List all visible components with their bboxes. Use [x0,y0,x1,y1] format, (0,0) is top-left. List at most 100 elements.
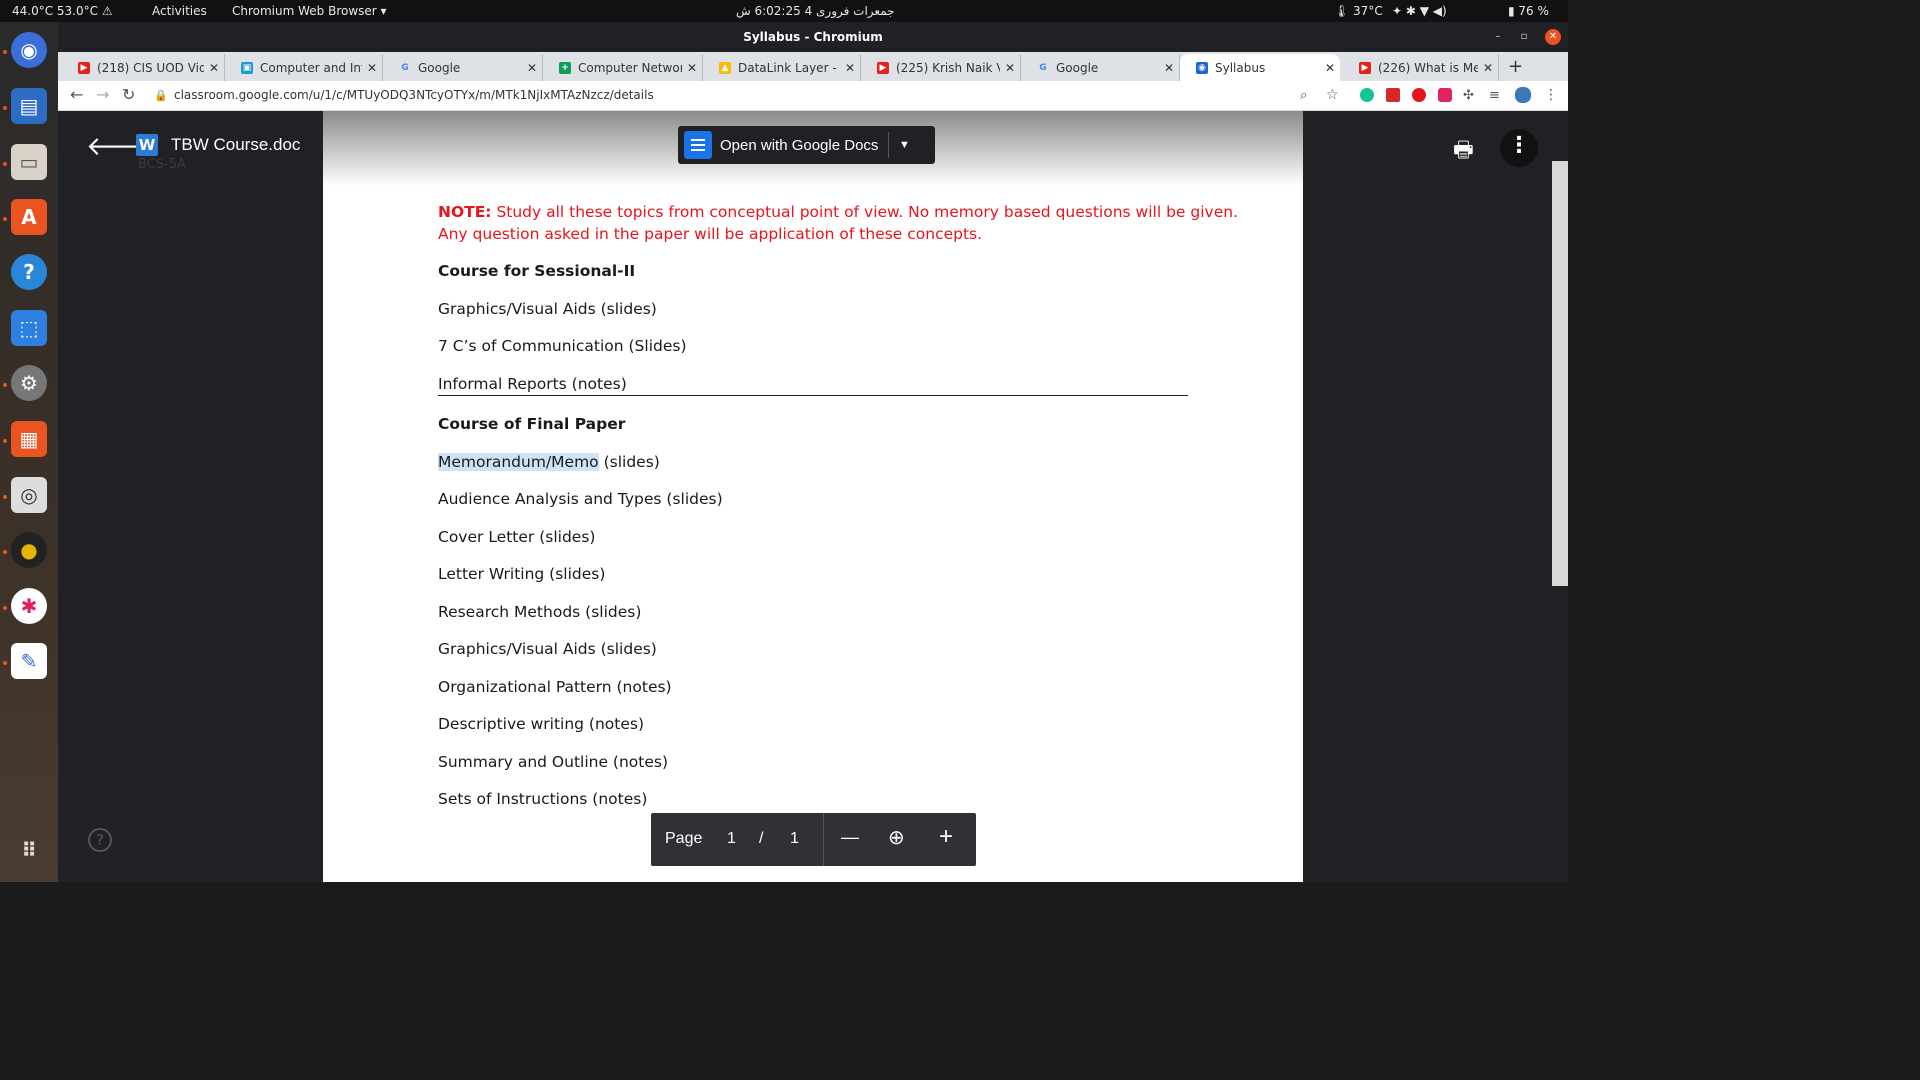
zoom-in-icon[interactable]: + [939,823,953,851]
minimize-icon[interactable]: – [1490,29,1506,45]
software-store-icon[interactable]: A [11,199,47,235]
list-item: Sets of Instructions (notes) [438,790,648,808]
page-label: Page [665,830,703,847]
document-viewer-icon[interactable]: ◎ [11,477,47,513]
tab-strip: ▶(218) CIS UOD Video✕ ▣Computer and Info… [58,52,1568,81]
tab[interactable]: G Google ✕ [1021,54,1180,81]
file-viewer: NOTE: Study all these topics from concep… [58,111,1568,882]
forward-icon[interactable]: → [96,85,109,104]
list-item: Graphics/Visual Aids (slides) [438,640,657,658]
files-icon[interactable]: ▭ [11,144,47,180]
scrollbar-thumb[interactable] [1552,161,1568,586]
tray-icons[interactable]: ✦ ✱ ▼ ◀) [1392,4,1447,18]
rhythmbox-icon[interactable]: ● [11,532,47,568]
activities-button[interactable]: Activities [152,4,207,18]
clock[interactable]: جمعرات فروری 4 6:02:25 ش [736,4,895,18]
show-apps-icon[interactable]: ⠿ [11,832,47,868]
open-with-google-docs-button[interactable]: Open with Google Docs ▼ [678,126,935,164]
tab-close-icon[interactable]: ✕ [522,61,542,75]
list-item: 7 C’s of Communication (Slides) [438,337,687,355]
page-separator: / [759,830,764,847]
tab[interactable]: ▶(218) CIS UOD Video✕ [62,54,225,81]
tab[interactable]: ▲DataLink Layer - Go✕ [703,54,861,81]
drive-icon: ▲ [719,61,731,74]
dock: ◉ ▤ ▭ A ? ⬚ ⚙ ▦ ◎ ● ✱ ✎ ⠿ [0,22,58,882]
tab-close-icon[interactable]: ✕ [1320,61,1340,75]
tab[interactable]: ▣ Computer and Info ✕ [225,54,383,81]
tab-close-icon[interactable]: ✕ [362,61,382,75]
running-indicator [3,439,7,443]
text-editor-icon[interactable]: ✎ [11,643,47,679]
viewer-header: BCS-5A 🡐 W TBW Course.doc Open with Goog… [58,111,1568,181]
tab-close-icon[interactable]: ✕ [840,61,860,75]
tab-close-icon[interactable]: ✕ [204,61,224,75]
url-field[interactable]: classroom.google.com/u/1/c/MTUyODQ3NTcyO… [174,88,654,102]
dropdown-caret-icon[interactable]: ▼ [889,139,919,151]
running-indicator [3,661,7,665]
running-indicator [3,606,7,610]
screenshot-icon[interactable]: ⬚ [11,310,47,346]
page-controls: Page 1 / 1 — ⊕ + [651,813,976,866]
youtube-icon: ▶ [877,61,889,74]
open-with-label: Open with Google Docs [720,136,879,154]
temperature-indicator: 44.0°C 53.0°C ⚠ [12,4,113,18]
youtube-icon: ▶ [78,61,90,74]
bookmark-star-icon[interactable]: ☆ [1326,87,1339,103]
list-item: Letter Writing (slides) [438,565,606,583]
maximize-icon[interactable]: ▫ [1516,29,1532,45]
extension-icon[interactable] [1386,88,1400,102]
list-item: Memorandum/Memo (slides) [438,453,660,471]
adblock-icon[interactable] [1412,88,1426,102]
tab-close-icon[interactable]: ✕ [1478,61,1498,75]
chromium-icon[interactable]: ◉ [11,32,47,68]
youtube-icon: ▶ [1359,61,1371,74]
window-titlebar: Syllabus - Chromium – ▫ ✕ [58,22,1568,52]
tab[interactable]: G Google ✕ [383,54,543,81]
battery-indicator[interactable]: ▮ 76 % [1508,4,1549,18]
current-page-input[interactable]: 1 [727,830,736,848]
new-tab-icon[interactable]: + [1508,56,1523,77]
tab-active[interactable]: ◉ Syllabus ✕ [1180,54,1340,81]
slack-icon[interactable]: ✱ [11,588,47,624]
running-indicator [3,495,7,499]
app-menu[interactable]: Chromium Web Browser ▾ [232,4,387,18]
impress-icon[interactable]: ▦ [11,421,47,457]
final-heading: Course of Final Paper [438,415,626,433]
system-top-bar: 44.0°C 53.0°C ⚠ Activities Chromium Web … [0,0,1568,22]
classroom-icon: ◉ [1196,61,1208,74]
window-title: Syllabus - Chromium [743,30,883,44]
section-divider [438,395,1188,396]
menu-kebab-icon[interactable]: ⋮ [1544,87,1558,103]
writer-icon[interactable]: ▤ [11,88,47,124]
site-icon: ▣ [241,61,253,74]
tab-close-icon[interactable]: ✕ [1000,61,1020,75]
reload-icon[interactable]: ↻ [122,85,135,104]
zoom-icon[interactable]: ⌕ [1300,88,1307,103]
lock-icon[interactable]: 🔒 [154,89,168,102]
help-icon[interactable]: ? [11,254,47,290]
settings-icon[interactable]: ⚙ [11,365,47,401]
avatar[interactable] [1515,87,1531,103]
back-icon[interactable]: ← [70,85,83,104]
tab[interactable]: + Computer Network ✕ [543,54,703,81]
list-item: Organizational Pattern (notes) [438,678,672,696]
running-indicator [3,162,7,166]
tab-close-icon[interactable]: ✕ [682,61,702,75]
weather-indicator[interactable]: 🌡 37°C [1334,4,1383,18]
grammarly-icon[interactable] [1360,88,1374,102]
tab[interactable]: ▶(225) Krish Naik Vid✕ [861,54,1021,81]
extension-icon[interactable] [1438,88,1452,102]
list-item: Research Methods (slides) [438,603,642,621]
help-icon[interactable]: ? [88,828,112,852]
tab[interactable]: ▶(226) What is Memo✕ [1343,54,1499,81]
print-icon[interactable]: 🖶 [1453,133,1474,171]
zoom-fit-icon[interactable]: ⊕ [888,825,905,850]
zoom-out-icon[interactable]: — [841,827,859,848]
running-indicator [3,217,7,221]
media-control-icon[interactable]: ≡ [1489,88,1500,103]
close-icon[interactable]: ✕ [1545,29,1561,45]
more-options-icon[interactable]: ⋮ [1500,129,1538,167]
tab-close-icon[interactable]: ✕ [1159,61,1179,75]
text-selection[interactable]: Memorandum/Memo [438,453,599,471]
extensions-puzzle-icon[interactable]: ✣ [1463,88,1474,103]
